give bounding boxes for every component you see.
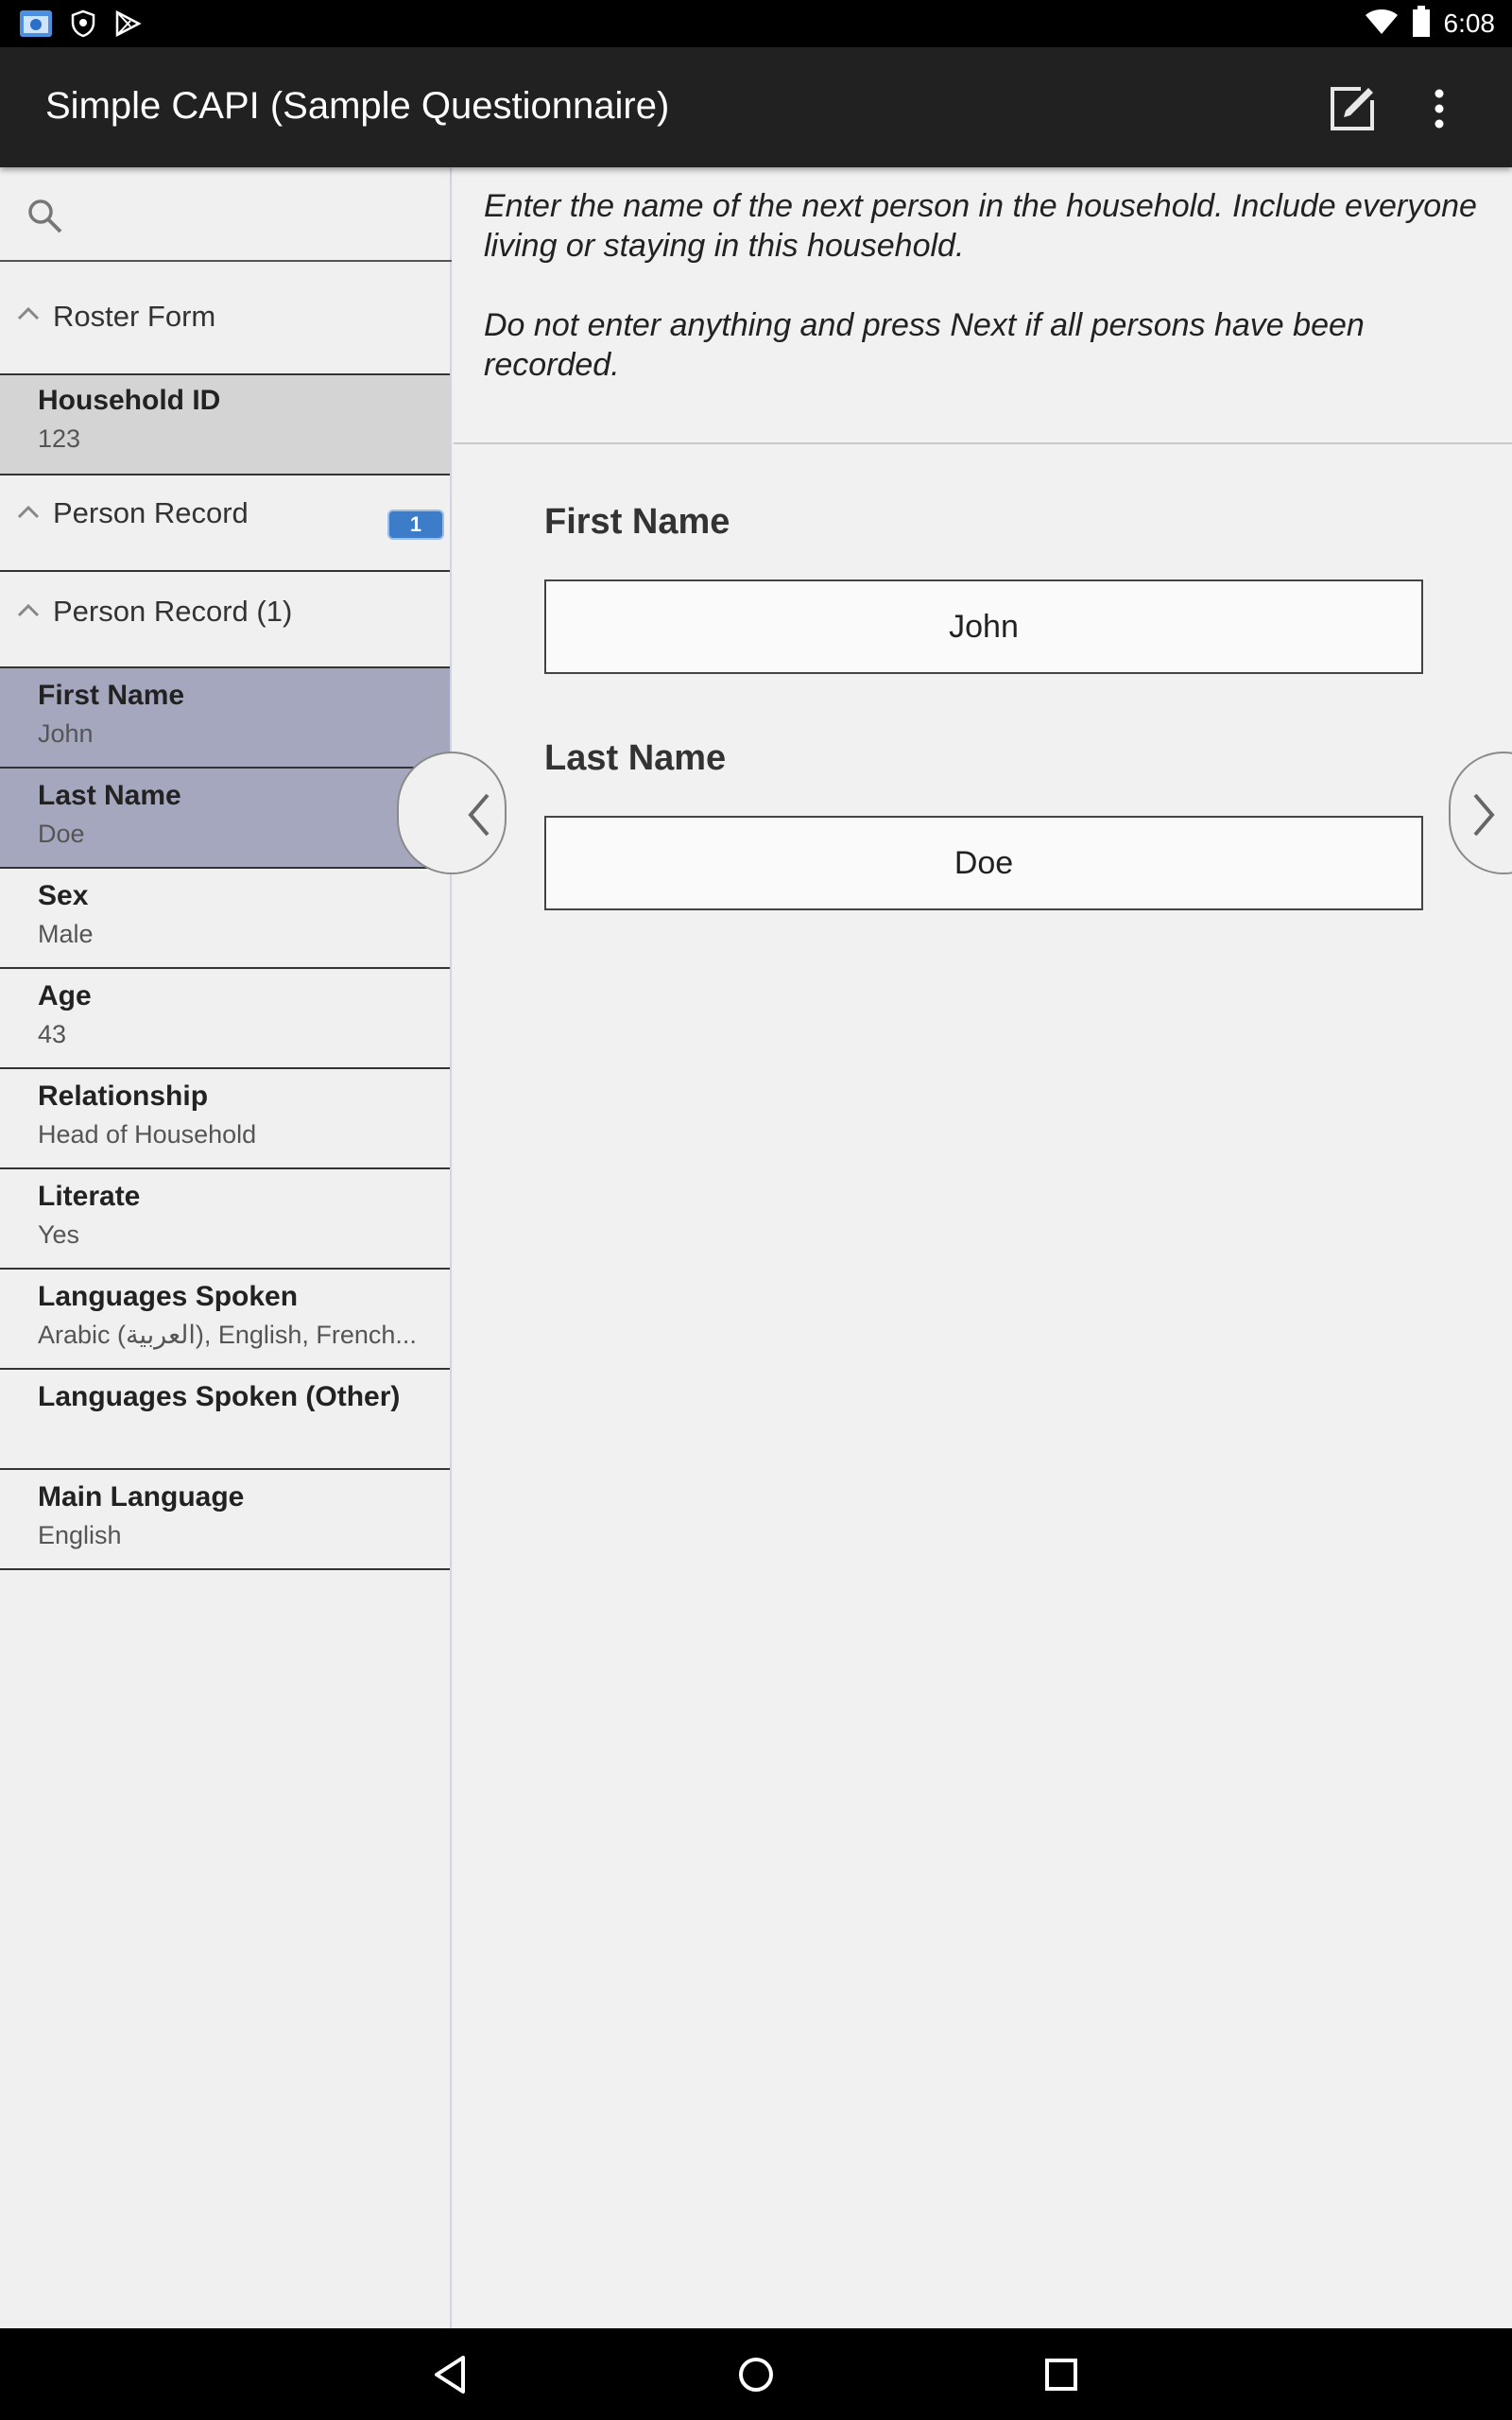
field-value: John [38,719,94,748]
chevron-up-icon [17,504,40,523]
field-label: Main Language [38,1481,245,1512]
field-last-name[interactable]: Last Name Doe [0,769,450,869]
field-value: Arabic (العربية), English, French... [38,1321,417,1349]
field-label: Languages Spoken [38,1281,299,1312]
next-button[interactable] [1449,752,1512,874]
field-label: Sex [38,880,89,911]
chevron-up-icon [17,602,40,621]
battery-icon [1412,6,1431,42]
field-value: Male [38,920,94,948]
recents-button[interactable] [1038,2351,1085,2398]
previous-button[interactable] [397,752,507,874]
group-person-record-1[interactable]: Person Record (1) [0,572,450,668]
first-name-label: First Name [544,502,730,542]
field-value: Yes [38,1220,80,1249]
field-label: Languages Spoken (Other) [38,1381,401,1412]
overflow-menu-icon [1422,89,1456,138]
app-title: Simple CAPI (Sample Questionnaire) [45,85,670,127]
field-age[interactable]: Age 43 [0,969,450,1069]
status-time: 6:08 [1443,9,1496,38]
question-text: Enter the name of the next person in the… [484,186,1486,385]
home-icon [732,2358,780,2402]
field-label: Household ID [38,385,221,416]
system-nav-bar [0,2328,1512,2420]
edit-button[interactable] [1327,83,1378,134]
group-roster-form[interactable]: Roster Form [0,264,450,375]
question-divider [454,442,1512,444]
status-bar: 6:08 [0,0,1512,47]
count-badge: 1 [387,510,444,540]
field-value: English [38,1521,122,1549]
field-first-name[interactable]: First Name John [0,668,450,769]
recents-icon [1038,2359,1085,2402]
field-languages-spoken-other[interactable]: Languages Spoken (Other) [0,1370,450,1470]
back-button[interactable] [427,2351,474,2398]
field-label: First Name [38,680,185,711]
question-text-line-1: Enter the name of the next person in the… [484,188,1477,264]
first-name-input[interactable]: John [544,579,1423,674]
field-label: Literate [38,1181,141,1212]
field-relationship[interactable]: Relationship Head of Household [0,1069,450,1169]
field-value: Head of Household [38,1120,257,1149]
group-person-record[interactable]: Person Record 1 [0,475,450,572]
app-notification-icon [19,9,53,43]
shield-icon [70,9,96,42]
last-name-input[interactable]: Doe [544,816,1423,910]
field-label: Last Name [38,780,181,811]
search-icon[interactable] [25,196,64,239]
field-label: Age [38,980,92,1011]
group-label: Roster Form [53,300,216,333]
edit-icon [1327,87,1378,138]
sidebar: Roster Form Household ID 123 Person Reco… [0,167,452,2328]
chevron-up-icon [17,305,40,324]
question-text-line-2: Do not enter anything and press Next if … [484,307,1365,383]
question-panel: Enter the name of the next person in the… [397,167,1512,2328]
field-literate[interactable]: Literate Yes [0,1169,450,1270]
field-sex[interactable]: Sex Male [0,869,450,969]
field-value: Doe [38,820,85,848]
overflow-menu-button[interactable] [1422,83,1456,134]
home-button[interactable] [732,2351,780,2398]
field-household-id[interactable]: Household ID 123 [0,375,450,475]
field-value: 123 [38,424,81,453]
field-label: Relationship [38,1080,209,1112]
play-store-icon [113,9,142,42]
field-main-language[interactable]: Main Language English [0,1470,450,1570]
back-icon [427,2356,474,2402]
field-value: 43 [38,1020,67,1048]
last-name-label: Last Name [544,738,727,778]
app-bar: Simple CAPI (Sample Questionnaire) [0,47,1512,167]
group-label: Person Record [53,496,249,529]
wifi-icon [1365,8,1399,40]
group-label: Person Record (1) [53,595,293,628]
field-languages-spoken[interactable]: Languages Spoken Arabic (العربية), Engli… [0,1270,450,1370]
search-row[interactable] [0,167,452,262]
